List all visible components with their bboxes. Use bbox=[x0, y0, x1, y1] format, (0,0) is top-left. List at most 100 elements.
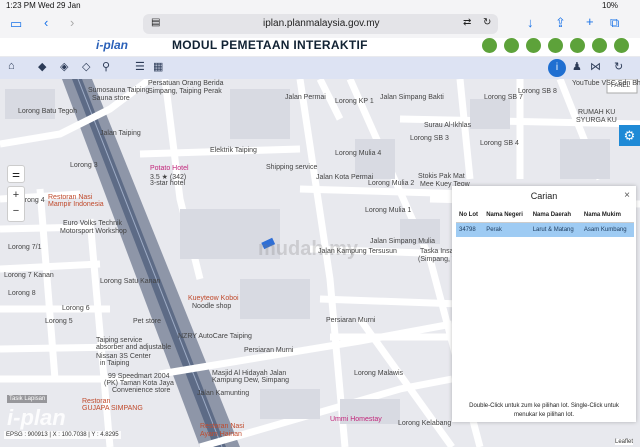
download-icon[interactable]: ↓ bbox=[527, 15, 534, 30]
page-title: MODUL PEMETAAN INTERAKTIF bbox=[172, 38, 368, 52]
map-label: Stokis Pak Mat bbox=[418, 173, 465, 180]
map-label: Motorsport Workshop bbox=[60, 228, 127, 235]
panel-hint: Double-Click untuk zum ke pilihan lot. S… bbox=[469, 403, 619, 418]
map-label: Simpang, Taiping Perak bbox=[148, 88, 222, 95]
map-label: Lorong 7/1 bbox=[8, 244, 42, 251]
url-text: iplan.planmalaysia.gov.my bbox=[263, 18, 380, 29]
map-label: Restoran bbox=[82, 398, 111, 405]
map-label-tasik: Tasik Lapisan bbox=[7, 395, 48, 403]
cell-negeri: Perak bbox=[483, 222, 530, 237]
map-label: Kampung Dew, Simpang bbox=[212, 377, 290, 384]
map-label: Jalan Taiping bbox=[100, 130, 141, 137]
home-icon[interactable] bbox=[482, 38, 497, 53]
search-result-panel: Carian × No Lot Nama Negeri Nama Daerah … bbox=[452, 186, 636, 422]
map-label: Shipping service bbox=[266, 164, 318, 171]
layers-toggle-icon[interactable]: ⚌ bbox=[7, 165, 25, 183]
zoom-out-button[interactable]: − bbox=[8, 203, 24, 219]
zoom-control[interactable]: + − bbox=[7, 186, 25, 222]
map-label: Lorong Mulia 4 bbox=[335, 150, 382, 157]
map-label: Sauna store bbox=[92, 95, 130, 102]
map-label: Lorong 8 bbox=[8, 290, 36, 297]
user-icon[interactable] bbox=[526, 38, 541, 53]
map-label: Lorong 3 bbox=[70, 162, 98, 169]
zoom-search-icon[interactable]: ⚲ bbox=[102, 60, 110, 73]
cell-daerah: Larut & Matang bbox=[529, 222, 581, 237]
cell-mukim: Asam Kumbang bbox=[580, 222, 634, 237]
map-label: SYURGA KU bbox=[576, 117, 617, 124]
map-label: Lorong Kelabang bbox=[398, 420, 452, 427]
site-logo-watermark: i-plan bbox=[7, 405, 66, 430]
share-icon[interactable]: ⋈ bbox=[590, 60, 601, 73]
map-label: RUMAH KU bbox=[578, 109, 616, 116]
map-label: Lorong Mulia 1 bbox=[365, 207, 412, 214]
refresh-icon[interactable]: ↻ bbox=[614, 60, 623, 73]
map-label: Mampir Indonesia bbox=[48, 201, 104, 208]
new-tab-icon[interactable]: + bbox=[586, 14, 594, 29]
tabs-icon[interactable]: ⧉ bbox=[610, 15, 619, 31]
status-date: Wed 29 Jan bbox=[38, 1, 81, 10]
translate-icon[interactable]: ⇄ bbox=[463, 17, 471, 28]
settings-icon[interactable] bbox=[614, 38, 629, 53]
map-label: Noodle shop bbox=[192, 303, 232, 310]
map-label: Lorong 7 Kanan bbox=[4, 272, 54, 279]
map-label: Jalan Simpang Bakti bbox=[380, 94, 444, 101]
info-icon[interactable]: i bbox=[548, 59, 566, 77]
layers-stack-icon[interactable]: ◈ bbox=[60, 60, 68, 73]
map-label: Jalan Kota Permai bbox=[316, 174, 374, 181]
map-label: Lorong Malawis bbox=[354, 370, 404, 377]
map-label: Elektrik Taiping bbox=[210, 147, 257, 154]
map-label: Lorong Satu Kanan bbox=[100, 278, 161, 285]
map-label: Lorong Mulia 2 bbox=[368, 180, 415, 187]
map-label: Persiaran Murni bbox=[326, 317, 376, 324]
search-icon[interactable] bbox=[504, 38, 519, 53]
help-icon[interactable] bbox=[570, 38, 585, 53]
site-logo: i-plan bbox=[96, 38, 128, 52]
table-row[interactable]: 34798 Perak Larut & Matang Asam Kumbang bbox=[456, 222, 634, 237]
map-label: Lorong SB 7 bbox=[484, 94, 523, 101]
map-label: Lorong 6 bbox=[62, 305, 90, 312]
map-label: Lorong KP 1 bbox=[335, 98, 374, 105]
gear-icon[interactable]: ⚙ bbox=[619, 125, 640, 146]
attribution-link[interactable]: Leaflet bbox=[615, 439, 634, 445]
map-label: Kueyteow Koboi bbox=[188, 295, 239, 302]
share-icon[interactable]: ⇪ bbox=[555, 15, 566, 31]
map-label: Lorong SB 8 bbox=[518, 88, 557, 95]
map-label: Jalan Kamunting bbox=[197, 390, 250, 397]
page-menu-icon[interactable]: ▤ bbox=[151, 17, 160, 28]
map-label: Persatuan Orang Berida bbox=[148, 80, 224, 87]
map-label: Euro Volks Technik bbox=[63, 220, 123, 227]
result-table: No Lot Nama Negeri Nama Daerah Nama Muki… bbox=[456, 208, 634, 237]
reload-icon[interactable]: ↻ bbox=[483, 17, 491, 28]
person-icon[interactable]: ♟ bbox=[572, 60, 582, 73]
list-icon[interactable]: ☰ bbox=[135, 60, 145, 73]
map-label: Lorong Batu Tegoh bbox=[18, 108, 78, 115]
map-label: Ummi Homestay bbox=[330, 416, 382, 423]
address-bar[interactable]: ▤ iplan.planmalaysia.gov.my ⇄ ↻ bbox=[143, 14, 498, 34]
zoom-in-button[interactable]: + bbox=[8, 187, 24, 203]
sidebar-icon[interactable]: ▭ bbox=[10, 16, 22, 32]
close-icon[interactable]: × bbox=[624, 190, 630, 201]
map-label: Sumosauna Taiping bbox=[88, 87, 150, 94]
map-label: Surau Al-Ikhlas bbox=[424, 122, 472, 129]
watermark: mudah.my bbox=[258, 238, 359, 260]
map-label: 99 Speedmart 2004 bbox=[108, 373, 170, 380]
info-icon[interactable] bbox=[548, 38, 563, 53]
grid-icon[interactable]: ▦ bbox=[153, 60, 163, 73]
map-label: Lorong SB 4 bbox=[480, 140, 519, 147]
col-header: Nama Mukim bbox=[580, 208, 634, 223]
map-label: Lorong SB 3 bbox=[410, 135, 449, 142]
home-icon[interactable]: ⌂ bbox=[8, 60, 15, 72]
map-label: Ayam Hainan bbox=[200, 431, 242, 438]
layer-add-icon[interactable]: ◇ bbox=[82, 60, 90, 73]
map-label: 3-star hotel bbox=[150, 180, 186, 187]
map-icon[interactable] bbox=[592, 38, 607, 53]
layers-icon[interactable]: ◆ bbox=[38, 60, 46, 73]
map-label: Restoran Nasi bbox=[200, 423, 245, 430]
map-label: Jalan Permai bbox=[285, 94, 326, 101]
back-icon[interactable]: ‹ bbox=[44, 15, 48, 30]
panel-title: Carian bbox=[530, 191, 558, 201]
col-header: Nama Negeri bbox=[483, 208, 530, 223]
map-label: Taiping service bbox=[96, 337, 143, 344]
forward-icon[interactable]: › bbox=[70, 15, 74, 30]
map-label: Jalan Simpang Mulia bbox=[370, 238, 435, 245]
